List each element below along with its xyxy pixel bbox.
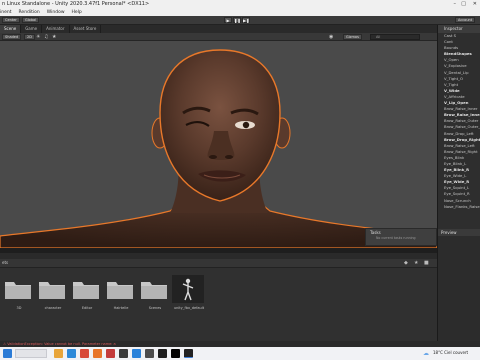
asset-label: unity_fbx_default — [173, 306, 205, 310]
tab-asset-store[interactable]: Asset Store — [70, 25, 102, 33]
lighting-icon[interactable]: ☀ — [36, 34, 40, 40]
folder-icon — [140, 278, 168, 300]
folder-icon — [38, 278, 66, 300]
window-title-bar: n Linux Standalone - Unity 2020.3.47f1 P… — [0, 0, 480, 9]
folder-icon — [106, 278, 134, 300]
gizmos-dropdown[interactable]: Gizmos — [343, 34, 362, 40]
blendshape-row[interactable]: Brow_Drop_Left — [438, 131, 480, 137]
minimize-icon[interactable]: – — [454, 0, 457, 9]
taskbar-search-input[interactable] — [15, 349, 47, 358]
tab-game[interactable]: Game — [21, 25, 43, 33]
account-button[interactable]: Account — [455, 17, 476, 23]
file-explorer-icon[interactable] — [54, 349, 63, 358]
blendshape-row[interactable]: Nose_Flanks_Raise — [438, 204, 480, 210]
weather-text[interactable]: 18°C Ciel couvert — [433, 350, 468, 355]
play-button[interactable]: ▶ — [224, 17, 232, 23]
folder-icon — [72, 278, 100, 300]
tasks-popup: Tasks No current tasks running — [365, 228, 437, 246]
app-icon-orange[interactable] — [93, 349, 102, 358]
inspector-tab[interactable]: Inspector — [438, 25, 480, 33]
model-thumbnail-icon — [172, 275, 204, 303]
folder-item[interactable]: Hairtelle — [104, 274, 138, 314]
scene-tab-bar: Scene Game Animator Asset Store — [0, 25, 437, 33]
pivot-center-button[interactable]: Center — [2, 17, 20, 23]
global-space-button[interactable]: Global — [22, 17, 40, 23]
unity-hub-icon[interactable] — [171, 349, 180, 358]
folder-item[interactable]: Editor — [70, 274, 104, 314]
pause-button[interactable]: ❚❚ — [233, 17, 241, 23]
step-button[interactable]: ▶❚ — [242, 17, 250, 23]
model-item[interactable]: unity_fbx_default — [172, 274, 206, 314]
close-icon[interactable]: ✕ — [473, 0, 477, 9]
app-icon-code[interactable] — [145, 349, 154, 358]
breadcrumb[interactable]: ets — [2, 260, 8, 265]
app-icon-terminal[interactable] — [158, 349, 167, 358]
tasks-popup-title: Tasks — [370, 230, 381, 235]
preview-panel: Preview — [437, 229, 480, 341]
console-error-text: ValidationException: Value cannot be nul… — [7, 342, 116, 346]
tab-animator[interactable]: Animator — [42, 25, 70, 33]
project-toolbar: ets ◆ ★ ■ — [0, 259, 437, 268]
audio-icon[interactable]: ♫ — [44, 34, 48, 40]
filter-icon[interactable]: ◆ — [404, 260, 408, 266]
star-icon[interactable]: ★ — [414, 260, 418, 266]
window-title: n Linux Standalone - Unity 2020.3.47f1 P… — [2, 1, 150, 7]
main-toolbar: Center Global ▶ ❚❚ ▶❚ Account — [0, 16, 480, 25]
character-model[interactable] — [0, 41, 437, 248]
inspector-panel: Inspector Cast S Cont Bounds BlendShapes V_O… — [437, 25, 480, 253]
menu-item-help[interactable]: Help — [72, 9, 82, 16]
app-icon-media[interactable] — [106, 349, 115, 358]
scene-search-input[interactable]: All — [370, 34, 420, 40]
blendshape-row[interactable]: Brow_Drop_Right — [438, 137, 480, 143]
maximize-icon[interactable]: □ — [461, 0, 466, 9]
blendshape-row[interactable]: Brow_Raise_Outer_R — [438, 124, 480, 130]
menu-bar: inent Rendition Window Help — [0, 9, 480, 16]
tasks-popup-body: No current tasks running — [376, 236, 416, 240]
browser-icon[interactable] — [67, 349, 76, 358]
lock-icon[interactable]: ■ — [424, 260, 429, 266]
app-icon-red[interactable] — [80, 349, 89, 358]
blendshape-row[interactable]: Brow_Raise_Right — [438, 149, 480, 155]
app-icon-dark[interactable] — [119, 349, 128, 358]
os-taskbar: ☁ 18°C Ciel couvert — [0, 347, 480, 360]
folder-icon — [4, 278, 32, 300]
menu-item-window[interactable]: Window — [47, 9, 65, 16]
folder-item[interactable]: character — [36, 274, 70, 314]
tab-scene[interactable]: Scene — [0, 25, 22, 33]
2d-toggle[interactable]: 2D — [24, 34, 35, 40]
folder-item[interactable]: 3D — [2, 274, 36, 314]
preview-title[interactable]: Preview — [438, 229, 480, 236]
scene-view-toolbar: Shaded 2D ☀ ♫ ★ ◉ Gizmos All — [0, 33, 437, 41]
blendshape-list: Cast S Cont Bounds BlendShapes V_Open V_Explo… — [438, 33, 480, 210]
start-icon[interactable] — [3, 349, 12, 358]
folder-item[interactable]: Scenes — [138, 274, 172, 314]
shading-mode-dropdown[interactable]: Shaded — [2, 34, 22, 40]
app-icon-blue[interactable] — [132, 349, 141, 358]
effects-icon[interactable]: ★ — [52, 34, 56, 40]
camera-icon[interactable]: ◉ — [329, 34, 333, 40]
menu-item-rendition[interactable]: Rendition — [19, 9, 40, 16]
cloud-icon: ☁ — [423, 350, 429, 357]
menu-item-component[interactable]: inent — [0, 9, 12, 16]
scene-viewport[interactable] — [0, 41, 437, 248]
unity-editor-icon[interactable] — [184, 349, 193, 358]
blendshape-row[interactable]: Brow_Raise_Left — [438, 143, 480, 149]
